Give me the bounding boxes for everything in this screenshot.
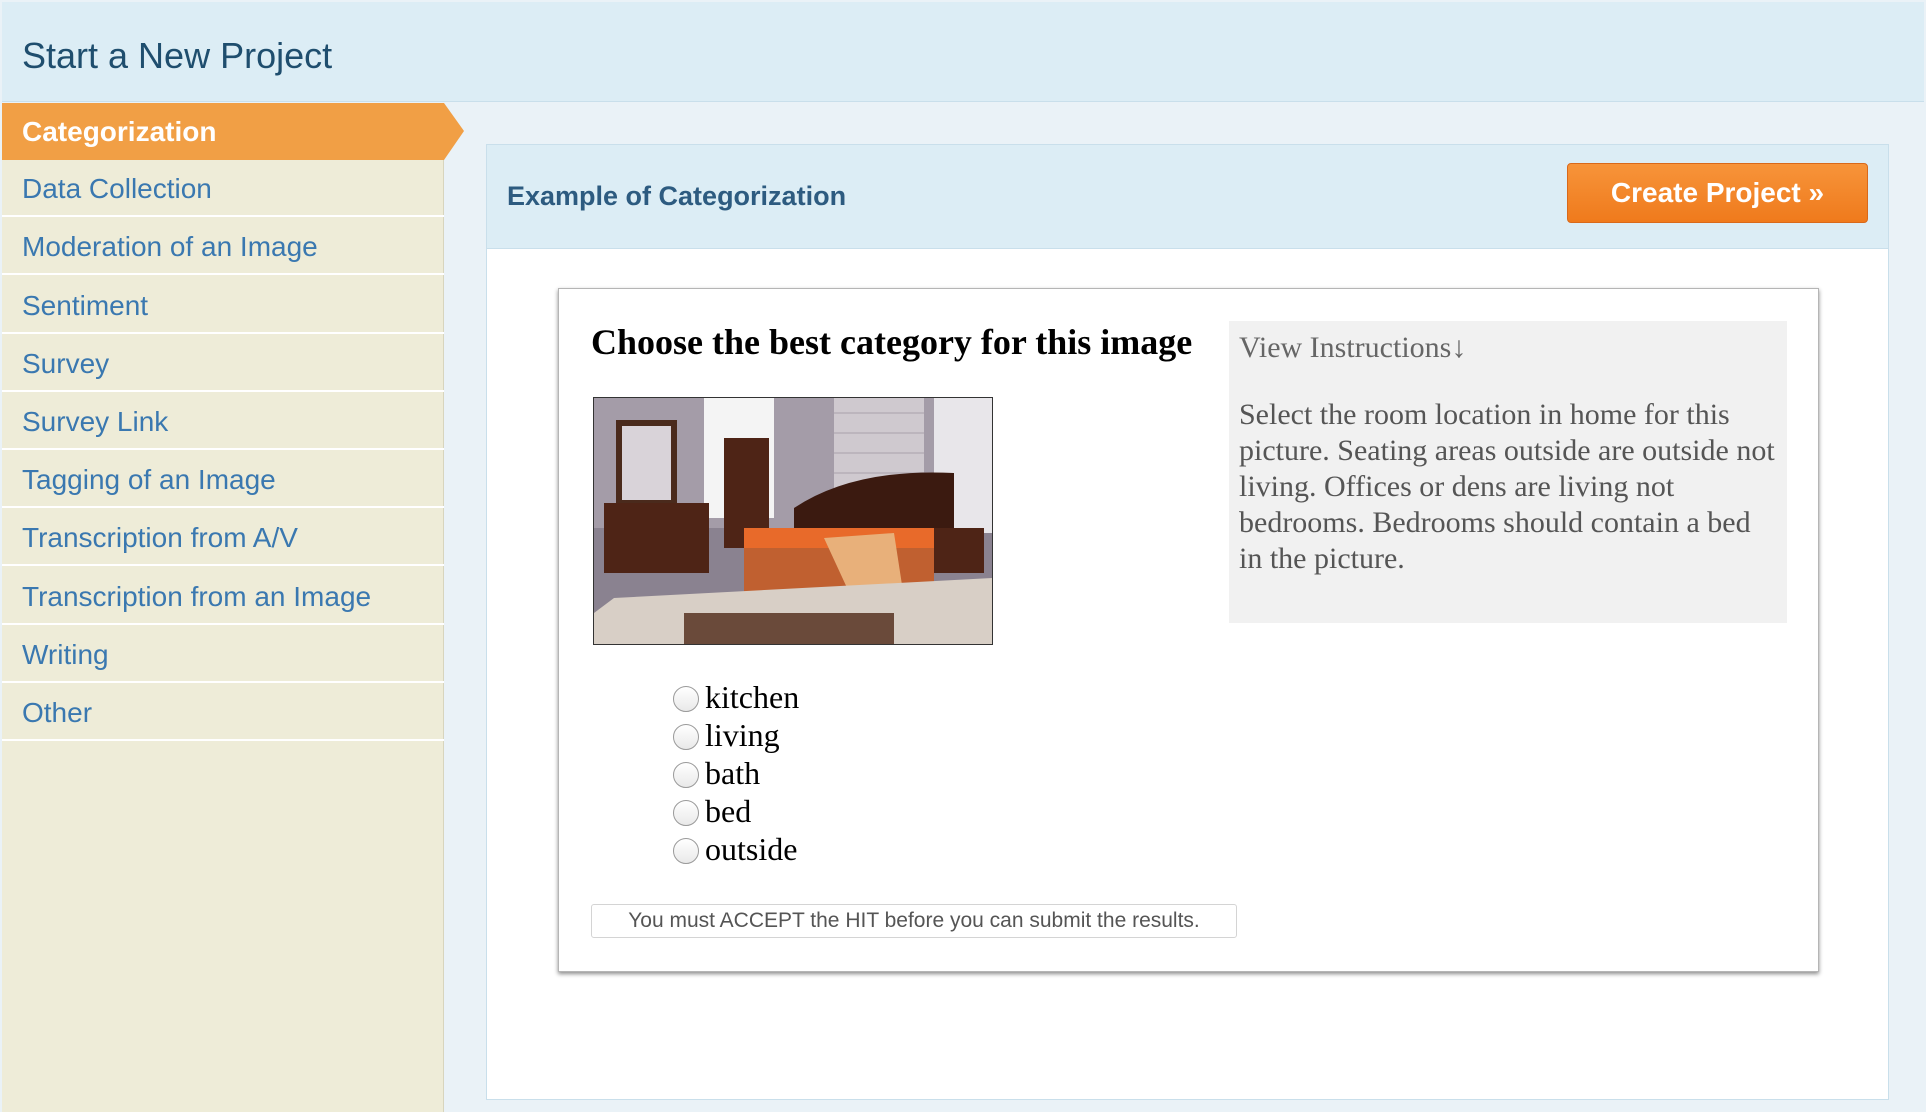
bedroom-image <box>593 397 993 645</box>
sidebar-item-survey-link[interactable]: Survey Link <box>2 393 444 450</box>
sidebar-item-label: Categorization <box>22 116 217 147</box>
option-label: outside <box>705 831 798 867</box>
option-label: bed <box>705 793 752 829</box>
sidebar-item-label: Transcription from A/V <box>22 522 298 553</box>
sidebar-item-other[interactable]: Other <box>2 684 444 741</box>
instructions-panel: View Instructions↓ Select the room locat… <box>1229 321 1787 623</box>
sidebar-item-label: Moderation of an Image <box>22 231 318 262</box>
sidebar-item-moderation-of-an-image[interactable]: Moderation of an Image <box>2 218 444 275</box>
instructions-text: Select the room location in home for thi… <box>1239 398 1775 575</box>
hit-preview: Choose the best category for this image <box>558 288 1819 972</box>
sidebar-item-label: Tagging of an Image <box>22 464 276 495</box>
sidebar-item-tagging-of-an-image[interactable]: Tagging of an Image <box>2 451 444 508</box>
create-project-button[interactable]: Create Project » <box>1567 163 1868 223</box>
sidebar-item-transcription-from-an-image[interactable]: Transcription from an Image <box>2 568 444 625</box>
sidebar-item-label: Data Collection <box>22 173 212 204</box>
page: Start a New Project Categorization Data … <box>0 0 1926 1112</box>
sidebar-item-sentiment[interactable]: Sentiment <box>2 277 444 334</box>
option-label: kitchen <box>705 679 800 715</box>
sidebar-item-label: Survey <box>22 348 110 379</box>
radio-living[interactable] <box>673 724 699 750</box>
option-label: living <box>705 717 780 753</box>
radio-bath[interactable] <box>673 762 699 788</box>
radio-bed[interactable] <box>673 800 699 826</box>
radio-outside[interactable] <box>673 838 699 864</box>
sidebar: Categorization Data Collection Moderatio… <box>2 103 464 1112</box>
sidebar-item-writing[interactable]: Writing <box>2 626 444 683</box>
question-heading: Choose the best category for this image <box>591 322 1193 362</box>
option-label: bath <box>705 755 761 791</box>
bedroom-photo-illustration <box>594 398 992 644</box>
sidebar-item-label: Survey Link <box>22 406 169 437</box>
sidebar-item-label: Transcription from an Image <box>22 581 372 612</box>
submit-disabled-notice: You must ACCEPT the HIT before you can s… <box>591 904 1237 938</box>
sidebar-item-data-collection[interactable]: Data Collection <box>2 160 444 217</box>
active-indicator-arrow <box>444 103 464 160</box>
page-header: Start a New Project <box>2 2 1924 102</box>
sidebar-item-label: Writing <box>22 639 109 670</box>
sidebar-item-label: Sentiment <box>22 290 149 321</box>
panel-title: Example of Categorization <box>507 181 847 211</box>
sidebar-item-survey[interactable]: Survey <box>2 335 444 392</box>
view-instructions-toggle[interactable]: View Instructions↓ <box>1239 331 1466 365</box>
page-title: Start a New Project <box>22 35 333 76</box>
radio-kitchen[interactable] <box>673 686 699 712</box>
panel-header: Example of Categorization Create Project… <box>487 145 1888 249</box>
sidebar-item-categorization[interactable]: Categorization <box>2 103 464 160</box>
sidebar-item-label: Other <box>22 697 93 728</box>
sidebar-item-transcription-from-av[interactable]: Transcription from A/V <box>2 509 444 566</box>
